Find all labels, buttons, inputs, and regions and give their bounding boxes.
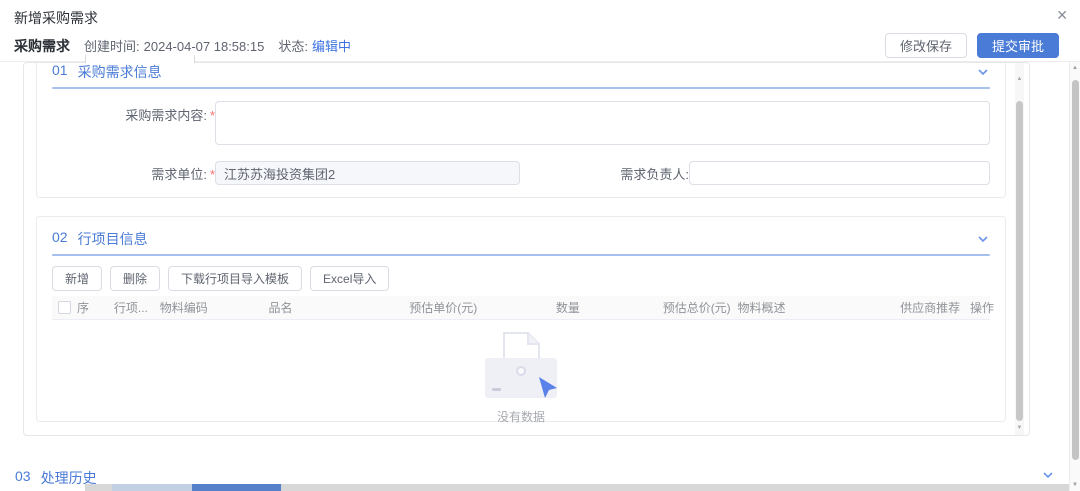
- scroll-up-arrow-icon[interactable]: ▲: [1015, 76, 1024, 82]
- status: 状态: 编辑中: [278, 36, 351, 55]
- new-purchase-requisition-modal: 新增采购需求 ✕ 采购需求 创建时间: 2024-04-07 18:58:15 状…: [0, 0, 1080, 491]
- scroll-down-arrow-icon[interactable]: ▼: [1070, 482, 1080, 488]
- download-template-button[interactable]: 下载行项目导入模板: [168, 266, 302, 291]
- inner-scrollbar-thumb[interactable]: [1016, 101, 1023, 421]
- modal-title: 新增采购需求: [14, 8, 98, 28]
- horizontal-scrollbar-thumb[interactable]: [192, 484, 281, 491]
- toolbar-meta: 采购需求 创建时间: 2024-04-07 18:58:15 状态: 编辑中: [14, 36, 351, 56]
- unit-owner-row: 需求单位:* 江苏苏海投资集团2 需求负责人:: [52, 161, 990, 185]
- col-line-no: 行项...: [114, 299, 160, 316]
- section-requisition-info: 01 采购需求信息 采购需求内容:* 需求单位:* 江苏苏海投资集团2: [36, 62, 1006, 198]
- chevron-up-icon[interactable]: [976, 65, 990, 79]
- section-02-number: 02: [52, 229, 68, 249]
- section-02-header: 02 行项目信息: [52, 229, 990, 249]
- content-textarea[interactable]: [215, 101, 990, 145]
- col-supplier-rec: 供应商推荐: [900, 299, 970, 316]
- content-label: 采购需求内容:*: [52, 101, 215, 124]
- inner-vertical-scrollbar[interactable]: ▲ ▼: [1015, 63, 1024, 435]
- created-time: 创建时间: 2024-04-07 18:58:15: [84, 36, 264, 55]
- scroll-up-arrow-icon[interactable]: ▲: [1070, 65, 1080, 71]
- content-field-row: 采购需求内容:*: [52, 101, 990, 145]
- table-header-row: 序 行项... 物料编码 品名 预估单价(元) 数量 预估总价(元) 物料概述 …: [52, 296, 990, 320]
- toolbar-actions: 修改保存 提交审批: [885, 33, 1059, 58]
- unit-label: 需求单位:*: [52, 164, 215, 183]
- scroll-down-arrow-icon[interactable]: ▼: [1015, 425, 1024, 431]
- status-label: 状态:: [278, 39, 308, 54]
- select-all-checkbox[interactable]: [58, 301, 71, 314]
- save-button[interactable]: 修改保存: [885, 33, 967, 58]
- no-data-icon: [473, 330, 569, 404]
- outer-vertical-scrollbar[interactable]: ▲ ▼: [1069, 62, 1080, 491]
- created-time-value: 2024-04-07 18:58:15: [144, 39, 265, 54]
- section-01-title: 01 采购需求信息: [52, 62, 162, 82]
- col-material-code: 物料编码: [160, 299, 269, 316]
- doc-type-label: 采购需求: [14, 36, 70, 56]
- col-unit-price: 预估单价(元): [409, 299, 556, 316]
- scrolled-tab-remnant: [85, 55, 195, 63]
- section-01-header: 01 采购需求信息: [52, 62, 990, 82]
- table-actions: 新增 删除 下载行项目导入模板 Excel导入: [52, 266, 990, 291]
- empty-state: 没有数据: [52, 330, 990, 425]
- outer-scrollbar-thumb[interactable]: [1072, 80, 1079, 460]
- horizontal-scrollbar-thumb-secondary[interactable]: [112, 484, 192, 491]
- section-line-items: 02 行项目信息 新增 删除 下载行项目导入模板 Excel导入 序 行项.: [36, 216, 1006, 422]
- col-quantity: 数量: [556, 299, 663, 316]
- created-time-label: 创建时间:: [84, 39, 140, 54]
- section-01-divider: [52, 87, 990, 89]
- col-total-price: 预估总价(元): [663, 299, 738, 316]
- modal-header: 新增采购需求 ✕: [0, 0, 1080, 30]
- owner-label: 需求负责人:: [520, 164, 689, 183]
- chevron-down-icon[interactable]: [1041, 468, 1055, 482]
- col-material-desc: 物料概述: [738, 299, 901, 316]
- form-scroll-area: 01 采购需求信息 采购需求内容:* 需求单位:* 江苏苏海投资集团2: [23, 62, 1030, 436]
- status-value-link[interactable]: 编辑中: [312, 39, 351, 54]
- delete-row-button[interactable]: 删除: [110, 266, 160, 291]
- section-02-divider: [52, 254, 990, 256]
- select-all-cell: [52, 301, 77, 314]
- unit-input[interactable]: 江苏苏海投资集团2: [215, 161, 520, 185]
- owner-input[interactable]: [689, 161, 990, 185]
- empty-state-text: 没有数据: [497, 408, 545, 425]
- section-03-number: 03: [15, 468, 31, 488]
- add-row-button[interactable]: 新增: [52, 266, 102, 291]
- close-icon[interactable]: ✕: [1056, 6, 1068, 24]
- horizontal-scrollbar[interactable]: [85, 484, 1069, 491]
- section-02-title-text: 行项目信息: [78, 229, 148, 249]
- excel-import-button[interactable]: Excel导入: [310, 266, 389, 291]
- col-product-name: 品名: [269, 299, 410, 316]
- chevron-up-icon[interactable]: [976, 232, 990, 246]
- col-seq: 序: [77, 299, 114, 316]
- section-01-title-text: 采购需求信息: [78, 62, 162, 82]
- submit-approval-button[interactable]: 提交审批: [977, 33, 1059, 58]
- section-02-title: 02 行项目信息: [52, 229, 148, 249]
- col-actions: 操作: [970, 299, 990, 316]
- section-01-number: 01: [52, 62, 68, 82]
